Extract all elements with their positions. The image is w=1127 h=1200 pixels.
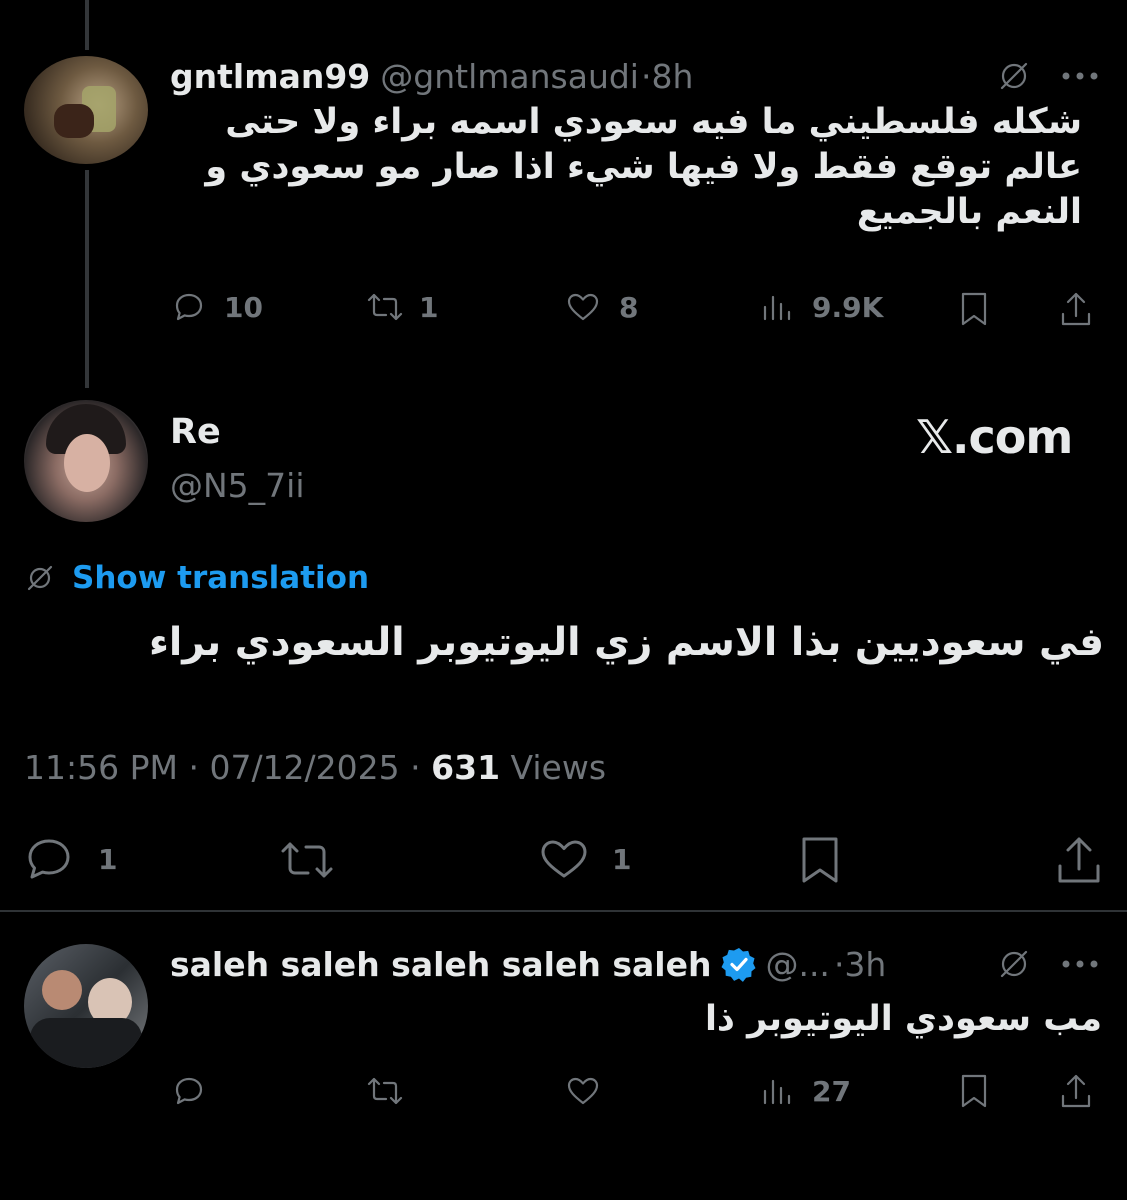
views-button[interactable]: 9.9K bbox=[760, 290, 883, 324]
reply-button[interactable]: 1 bbox=[24, 836, 117, 882]
repost-button[interactable]: 1 bbox=[365, 290, 438, 324]
like-button[interactable]: 1 bbox=[538, 836, 631, 882]
more-icon[interactable] bbox=[1060, 958, 1100, 970]
like-count: 1 bbox=[612, 842, 632, 876]
repost-icon bbox=[278, 838, 336, 882]
share-button[interactable] bbox=[1054, 834, 1104, 886]
show-translation-link[interactable]: Show translation bbox=[24, 560, 369, 596]
tweet-date[interactable]: 07/12/2025 bbox=[209, 748, 399, 787]
avatar-person-left bbox=[42, 970, 82, 1010]
views-button[interactable]: 27 bbox=[760, 1074, 851, 1108]
views-count: 27 bbox=[812, 1074, 851, 1108]
handle[interactable]: @... bbox=[765, 945, 829, 984]
handle[interactable]: @gntlmansaudi bbox=[380, 57, 639, 96]
like-button[interactable] bbox=[565, 1074, 601, 1108]
tweet-text: في سعوديين بذا الاسم زي اليوتيوبر السعود… bbox=[148, 620, 1104, 665]
bookmark-button[interactable] bbox=[958, 1072, 990, 1110]
timestamp-line: 11:56 PM · 07/12/2025 · 631 Views bbox=[24, 748, 606, 787]
x-brand-logo: 𝕏.com bbox=[916, 410, 1073, 464]
handle[interactable]: @N5_7ii bbox=[170, 466, 305, 505]
reply-icon bbox=[172, 290, 206, 324]
display-name[interactable]: saleh saleh saleh saleh saleh bbox=[170, 945, 711, 984]
avatar[interactable] bbox=[24, 56, 148, 164]
verified-badge-icon bbox=[721, 946, 757, 982]
tweet-text: شكله فلسطيني ما فيه سعودي اسمه براء ولا … bbox=[205, 102, 1082, 232]
avatar-bodies bbox=[30, 1018, 142, 1068]
reply-count: 10 bbox=[224, 290, 263, 324]
reply-icon bbox=[24, 836, 74, 882]
more-icon[interactable] bbox=[1060, 70, 1100, 82]
reply-count: 1 bbox=[98, 842, 118, 876]
repost-icon bbox=[365, 290, 405, 324]
separator-dot: · bbox=[410, 748, 432, 787]
divider bbox=[0, 910, 1127, 912]
views-count: 631 bbox=[431, 748, 501, 787]
display-name[interactable]: gntlman99 bbox=[170, 57, 370, 96]
share-button[interactable] bbox=[1058, 1072, 1094, 1110]
avatar-hand bbox=[54, 104, 94, 138]
timestamp[interactable]: ·8h bbox=[641, 57, 693, 96]
bookmark-icon bbox=[958, 290, 990, 328]
bookmark-button[interactable] bbox=[958, 290, 990, 328]
grok-icon[interactable] bbox=[996, 58, 1032, 94]
share-icon bbox=[1058, 290, 1094, 328]
tweet-time[interactable]: 11:56 PM bbox=[24, 748, 178, 787]
share-icon bbox=[1054, 834, 1104, 886]
repost-icon bbox=[365, 1074, 405, 1108]
avatar[interactable] bbox=[24, 944, 148, 1068]
reply-button[interactable] bbox=[172, 1074, 206, 1108]
repost-button[interactable] bbox=[278, 838, 336, 882]
bookmark-icon bbox=[958, 1072, 990, 1110]
show-translation-label[interactable]: Show translation bbox=[72, 560, 369, 596]
share-icon bbox=[1058, 1072, 1094, 1110]
heart-icon bbox=[565, 1074, 601, 1108]
reply-button[interactable]: 10 bbox=[172, 290, 263, 324]
like-button[interactable]: 8 bbox=[565, 290, 638, 324]
avatar[interactable] bbox=[24, 400, 148, 522]
like-count: 8 bbox=[619, 290, 639, 324]
repost-button[interactable] bbox=[365, 1074, 405, 1108]
share-button[interactable] bbox=[1058, 290, 1094, 328]
views-count: 9.9K bbox=[812, 290, 884, 324]
heart-icon bbox=[538, 836, 590, 882]
views-icon bbox=[760, 290, 794, 324]
timestamp[interactable]: ·3h bbox=[834, 945, 886, 984]
bookmark-icon bbox=[798, 834, 842, 886]
tweet-text: مب سعودي اليوتيوبر ذا bbox=[704, 999, 1102, 1039]
translate-icon bbox=[24, 562, 56, 594]
reply-icon bbox=[172, 1074, 206, 1108]
bookmark-button[interactable] bbox=[798, 834, 842, 886]
repost-count: 1 bbox=[419, 290, 439, 324]
thread-line bbox=[85, 0, 89, 50]
grok-icon[interactable] bbox=[996, 946, 1032, 982]
separator-dot: · bbox=[188, 748, 210, 787]
avatar-face bbox=[64, 434, 110, 492]
views-icon bbox=[760, 1074, 794, 1108]
heart-icon bbox=[565, 290, 601, 324]
display-name[interactable]: Re bbox=[170, 412, 221, 452]
views-label: Views bbox=[510, 748, 607, 787]
thread-line-lower bbox=[85, 170, 89, 388]
